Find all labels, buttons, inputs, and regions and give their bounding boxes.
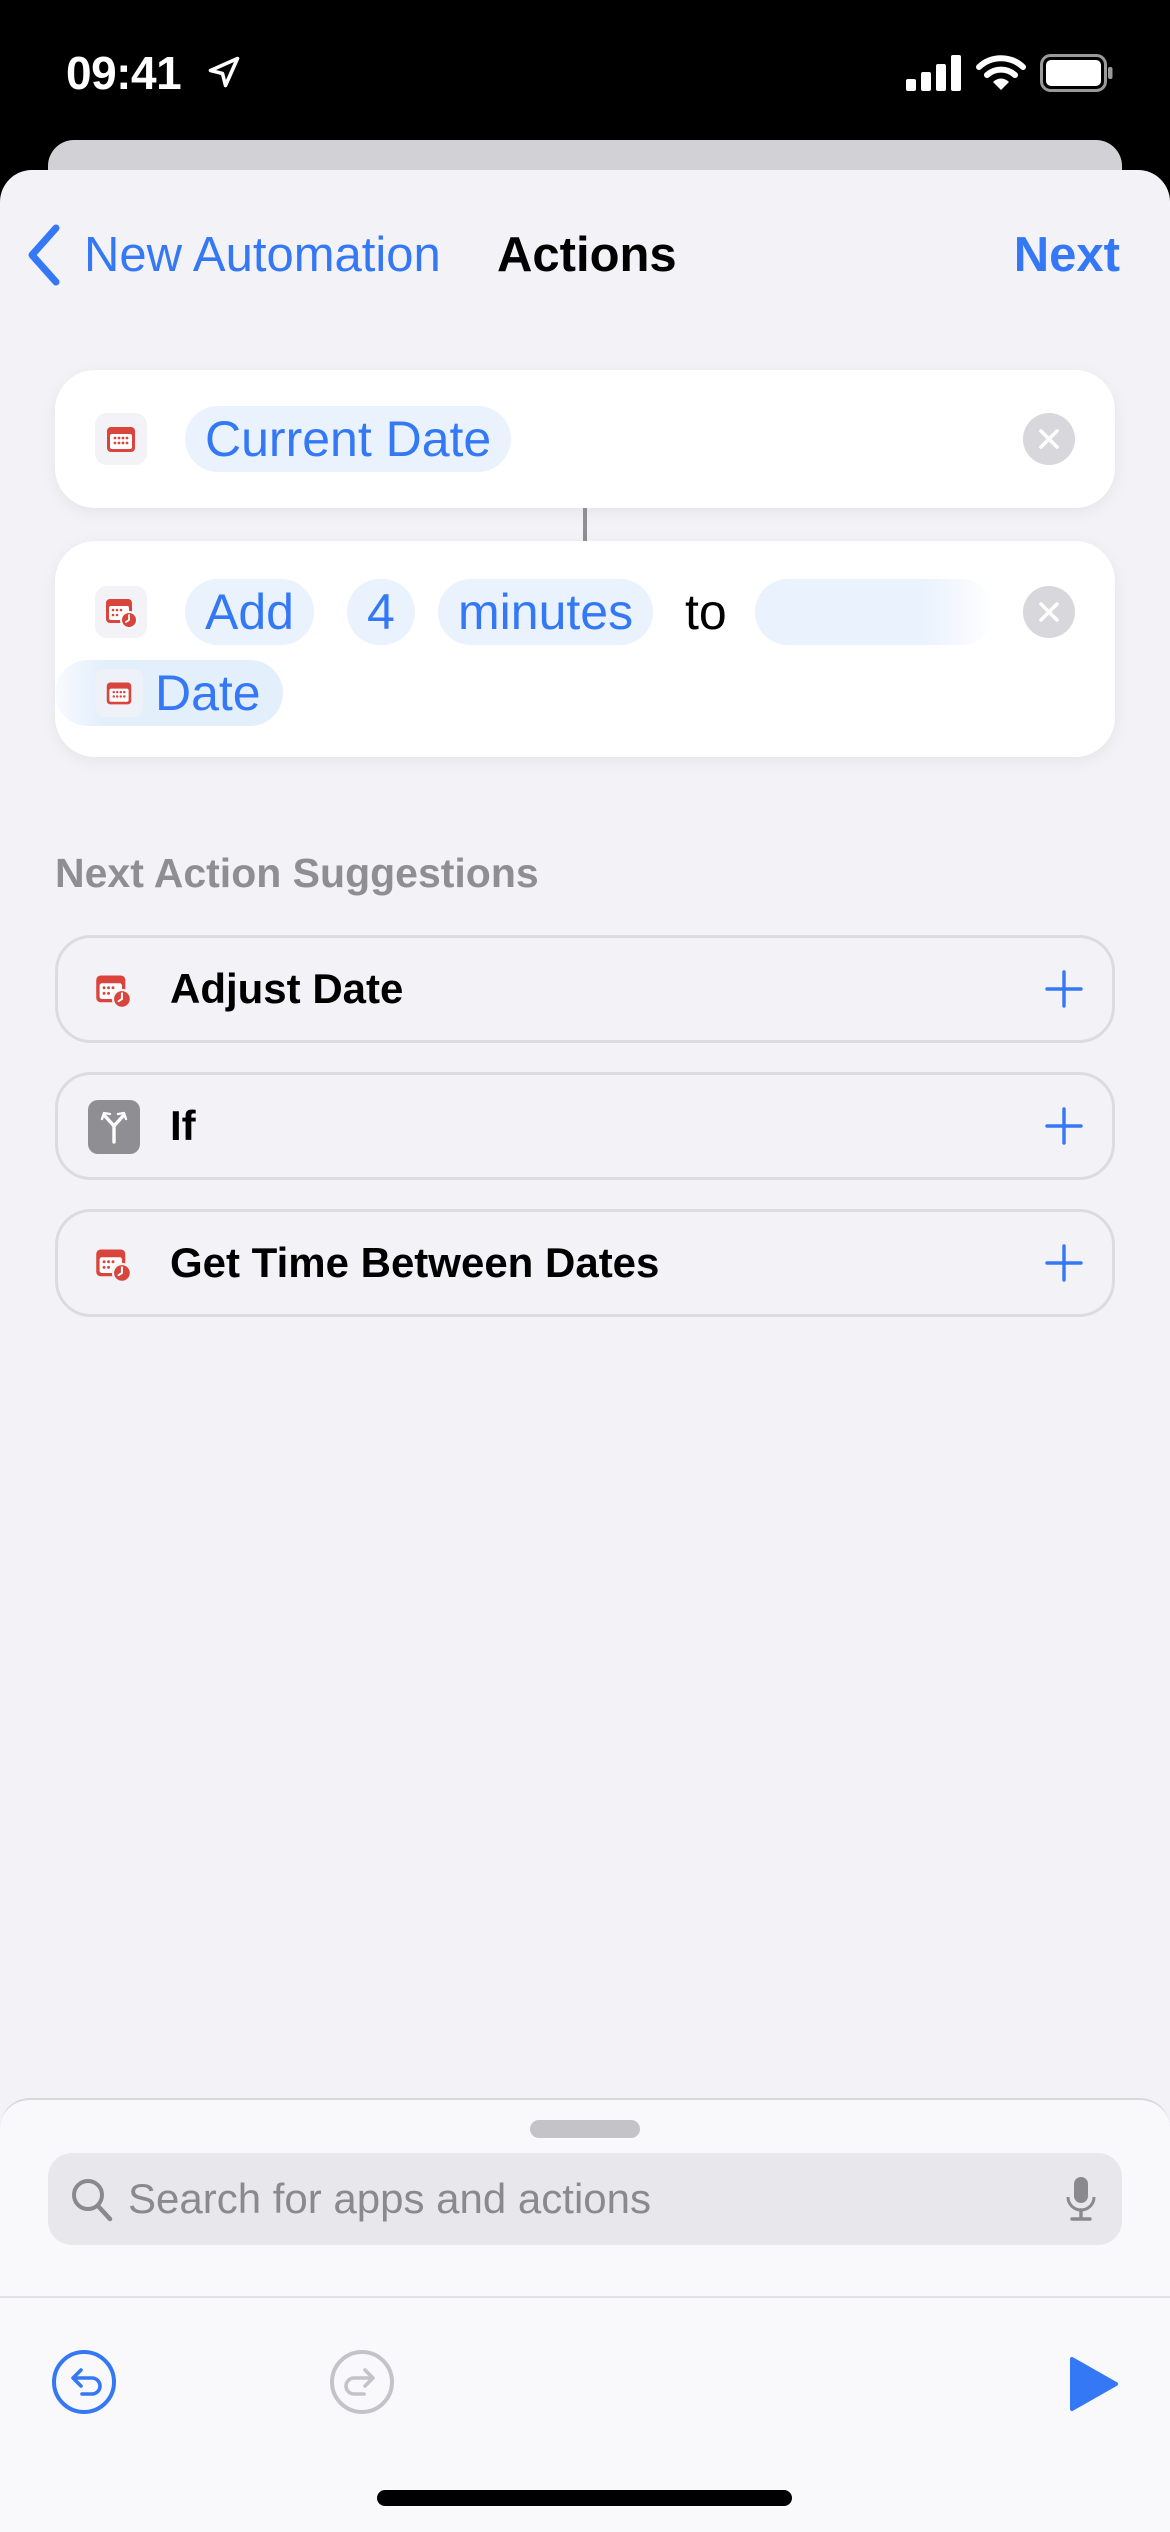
close-icon bbox=[1039, 429, 1059, 449]
current-date-token[interactable]: Current Date bbox=[185, 406, 512, 472]
status-icons bbox=[906, 54, 1114, 92]
back-button-label: New Automation bbox=[84, 228, 441, 282]
page-title: Actions bbox=[497, 228, 677, 282]
input-variable-slot[interactable] bbox=[755, 579, 995, 645]
action-search-panel: Search for apps and actions bbox=[0, 2098, 1170, 2532]
play-icon[interactable] bbox=[1068, 2355, 1120, 2413]
calendar-icon bbox=[95, 413, 147, 465]
calendar-icon bbox=[95, 669, 143, 717]
search-placeholder: Search for apps and actions bbox=[128, 2175, 651, 2222]
toolbar-divider bbox=[0, 2296, 1170, 2298]
branch-icon bbox=[88, 1100, 140, 1154]
calendar-clock-icon bbox=[95, 586, 147, 638]
search-input[interactable]: Search for apps and actions bbox=[48, 2153, 1122, 2245]
date-variable-label: Date bbox=[155, 665, 261, 721]
battery-icon bbox=[1040, 54, 1113, 92]
suggestion-label: If bbox=[170, 1102, 196, 1149]
cellular-signal-icon bbox=[906, 55, 961, 91]
location-arrow-icon bbox=[208, 56, 240, 88]
suggestion-if[interactable]: If bbox=[55, 1072, 1115, 1180]
suggestion-label: Adjust Date bbox=[170, 965, 404, 1012]
chevron-left-icon bbox=[28, 224, 60, 286]
remove-action-button[interactable] bbox=[1023, 586, 1075, 638]
suggestion-get-time-between-dates[interactable]: Get Time Between Dates bbox=[55, 1209, 1115, 1317]
action-card-adjust-date[interactable]: Add 4 minutes to Date bbox=[55, 541, 1115, 757]
status-bar: 09:41 bbox=[0, 0, 1170, 140]
suggestion-label: Get Time Between Dates bbox=[170, 1239, 660, 1286]
calendar-clock-icon bbox=[88, 965, 138, 1015]
suggestion-adjust-date[interactable]: Adjust Date bbox=[55, 935, 1115, 1043]
status-time: 09:41 bbox=[66, 47, 182, 99]
amount-token[interactable]: 4 bbox=[347, 579, 415, 645]
redo-icon[interactable] bbox=[328, 2348, 396, 2416]
unit-token[interactable]: minutes bbox=[438, 579, 654, 645]
wifi-icon bbox=[976, 55, 1026, 90]
action-card-current-date[interactable]: Current Date bbox=[55, 370, 1115, 508]
plus-icon[interactable] bbox=[1044, 969, 1084, 1009]
suggestions-header: Next Action Suggestions bbox=[55, 850, 539, 896]
date-variable-token[interactable]: Date bbox=[55, 660, 283, 726]
undo-icon[interactable] bbox=[50, 2348, 118, 2416]
panel-grabber[interactable] bbox=[530, 2120, 640, 2138]
next-button[interactable]: Next bbox=[1014, 220, 1120, 290]
close-icon bbox=[1039, 602, 1059, 622]
connector-word: to bbox=[685, 584, 727, 640]
microphone-icon[interactable] bbox=[1064, 2175, 1098, 2223]
action-connector bbox=[583, 508, 587, 541]
remove-action-button[interactable] bbox=[1023, 413, 1075, 465]
plus-icon[interactable] bbox=[1044, 1106, 1084, 1146]
operation-token[interactable]: Add bbox=[185, 579, 314, 645]
search-icon bbox=[72, 2179, 113, 2222]
back-button[interactable]: New Automation bbox=[26, 220, 441, 290]
plus-icon[interactable] bbox=[1044, 1243, 1084, 1283]
home-indicator bbox=[377, 2490, 792, 2506]
calendar-clock-icon bbox=[88, 1239, 138, 1289]
actions-sheet: New Automation Actions Next Current Date bbox=[0, 170, 1170, 2532]
